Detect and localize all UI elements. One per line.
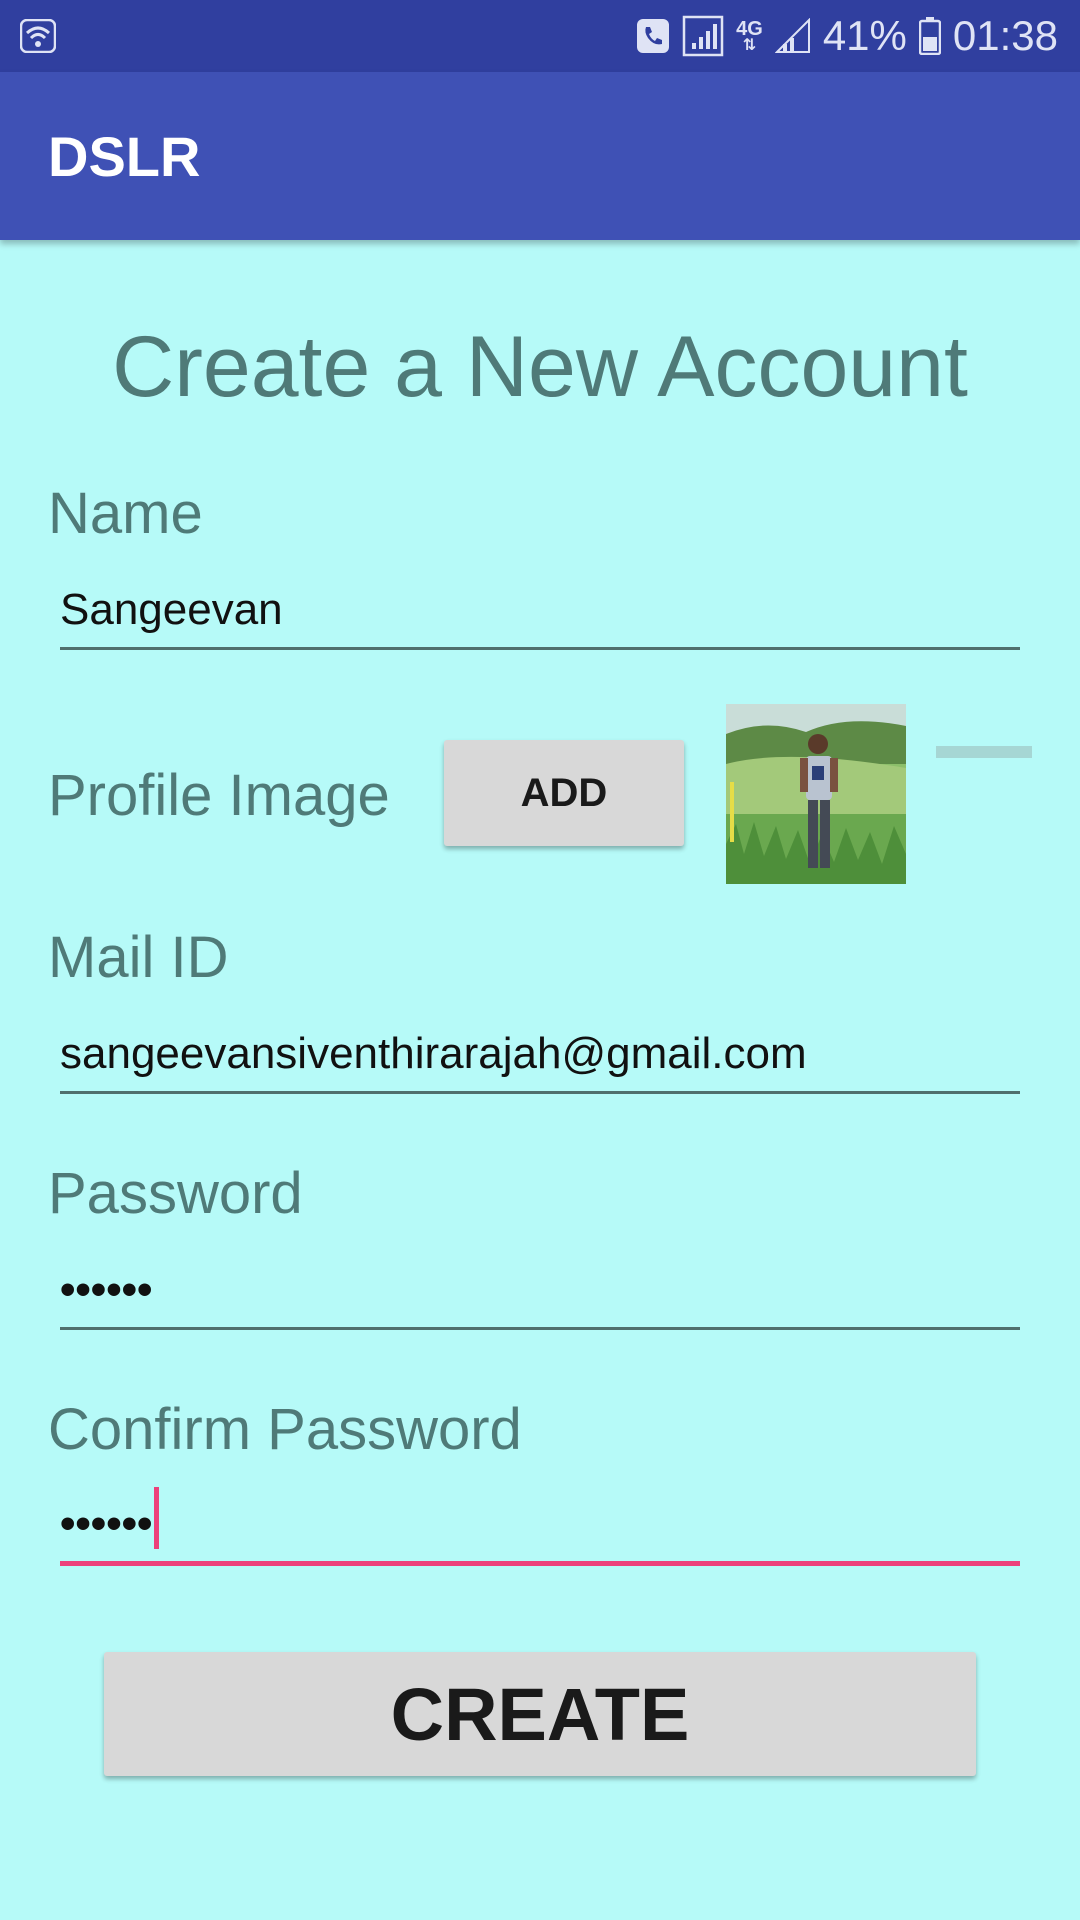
battery-icon <box>918 17 941 55</box>
name-field[interactable]: Sangeevan <box>60 560 1020 650</box>
name-value: Sangeevan <box>60 585 283 634</box>
name-label: Name <box>48 481 203 546</box>
signal-icon <box>774 18 811 54</box>
app-title: DSLR <box>48 124 201 188</box>
mail-id-field[interactable]: sangeevansiventhirarajah@gmail.com <box>60 1004 1020 1094</box>
password-value: •••••• <box>60 1265 153 1314</box>
password-field[interactable]: •••••• <box>60 1240 1020 1330</box>
page-title: Create a New Account <box>112 319 968 415</box>
remove-image-dash <box>936 746 1032 758</box>
text-cursor <box>154 1487 160 1549</box>
wifi-icon <box>20 19 56 53</box>
profile-image-label: Profile Image <box>48 763 390 828</box>
confirm-password-field[interactable]: •••••• <box>60 1476 1020 1566</box>
confirm-password-label: Confirm Password <box>48 1397 522 1462</box>
clock: 01:38 <box>952 12 1058 59</box>
password-label: Password <box>48 1161 303 1226</box>
mail-id-value: sangeevansiventhirarajah@gmail.com <box>60 1029 807 1078</box>
mail-id-label: Mail ID <box>48 925 229 990</box>
battery-percent: 41% <box>822 12 907 59</box>
app-bar: DSLR <box>0 72 1080 240</box>
add-image-button[interactable]: ADD <box>444 740 684 846</box>
confirm-password-value: •••••• <box>60 1499 153 1548</box>
profile-image-thumbnail <box>726 704 906 884</box>
signal-bars-icon <box>682 15 724 57</box>
create-button[interactable]: CREATE <box>104 1652 976 1776</box>
call-icon <box>636 18 670 54</box>
network-4g-icon: 4G ⇅ <box>736 18 763 54</box>
status-bar: 4G ⇅ 41% 01:38 <box>0 0 1080 72</box>
